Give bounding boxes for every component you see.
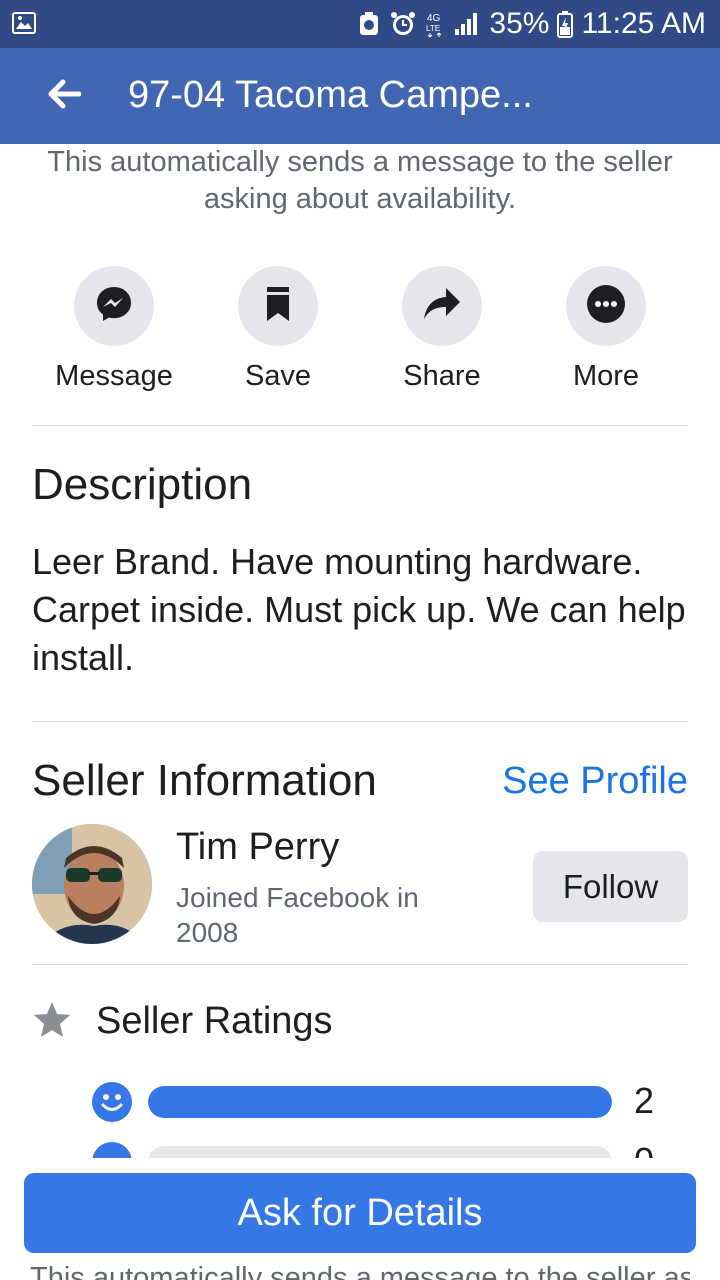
description-body: Leer Brand. Have mounting hardware. Carp… <box>32 541 686 678</box>
availability-hint: This automatically sends a message to th… <box>47 146 673 215</box>
rating-bar-fill <box>148 1086 612 1118</box>
follow-button[interactable]: Follow <box>533 851 688 922</box>
signal-icon <box>453 11 481 37</box>
seller-ratings-title: Seller Ratings <box>96 1000 333 1042</box>
save-button[interactable]: Save <box>198 266 358 393</box>
seller-joined-text: Joined Facebook in 2008 <box>176 882 419 948</box>
smile-icon <box>92 1082 132 1122</box>
message-button[interactable]: Message <box>34 266 194 393</box>
page-title: 97-04 Tacoma Campe... <box>128 74 533 116</box>
svg-text:LTE: LTE <box>426 24 440 33</box>
ask-for-details-button[interactable]: Ask for Details <box>24 1173 696 1253</box>
more-button[interactable]: More <box>526 266 686 393</box>
divider <box>32 964 688 965</box>
more-icon <box>586 284 626 329</box>
battery-charging-icon <box>557 10 574 38</box>
save-circle <box>238 266 318 346</box>
messenger-icon <box>94 284 134 329</box>
seller-name[interactable]: Tim Perry <box>176 826 339 869</box>
divider <box>32 425 688 426</box>
more-label: More <box>572 360 640 392</box>
share-label: Share <box>403 360 481 392</box>
sync-icon <box>357 11 381 37</box>
rating-count: 2 <box>634 1080 655 1121</box>
see-profile-link[interactable]: See Profile <box>502 760 688 803</box>
share-button[interactable]: Share <box>362 266 522 393</box>
rating-row: 2 <box>92 1080 692 1122</box>
bottom-availability-hint: This automatically sends a message to th… <box>30 1262 690 1280</box>
battery-percent: 35% <box>489 7 550 40</box>
share-icon <box>422 286 462 327</box>
gallery-notification-icon <box>12 12 36 34</box>
action-row: Message Save Share More <box>30 266 690 406</box>
share-circle <box>402 266 482 346</box>
more-circle <box>566 266 646 346</box>
message-label: Message <box>55 360 173 392</box>
save-label: Save <box>244 360 312 392</box>
rating-bar <box>148 1086 612 1118</box>
clock: 11:25 AM <box>581 7 706 40</box>
message-circle <box>74 266 154 346</box>
status-bar: 4G LTE 35% 11:25 AM <box>0 0 720 48</box>
svg-text:4G: 4G <box>427 13 441 24</box>
seller-info-title: Seller Information <box>32 756 377 805</box>
alarm-icon <box>389 10 417 38</box>
app-bar: 97-04 Tacoma Campe... <box>0 48 720 144</box>
divider <box>32 721 688 722</box>
arrow-left-icon <box>47 79 82 114</box>
star-icon <box>32 1000 72 1040</box>
description-title: Description <box>32 460 253 509</box>
back-button[interactable] <box>44 76 84 116</box>
network-type-icon: 4G LTE <box>425 10 445 38</box>
seller-avatar[interactable] <box>32 824 152 944</box>
bookmark-icon <box>264 285 292 328</box>
